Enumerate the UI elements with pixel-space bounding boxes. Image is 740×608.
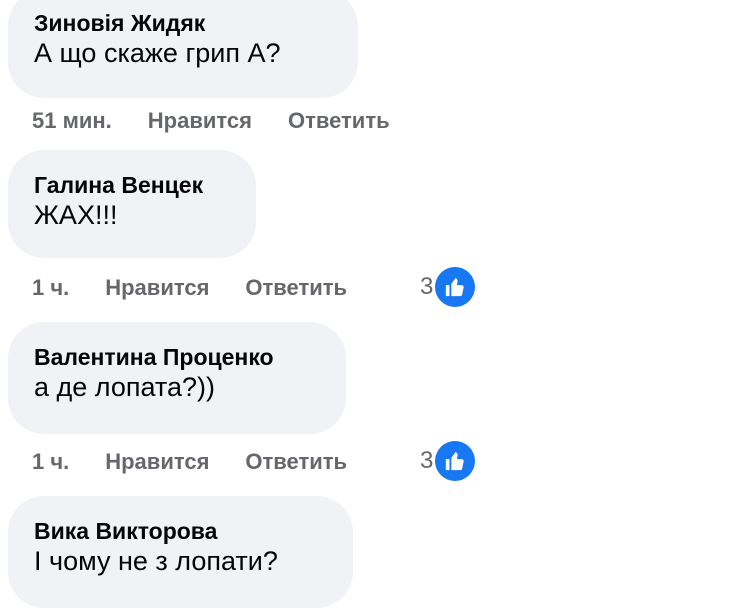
comment-bubble: Вика Викторова І чому не з лопати? [8,496,353,608]
comment-timestamp[interactable]: 51 мин. [32,108,112,134]
reaction-summary[interactable]: 3 [420,441,476,481]
like-icon [435,267,476,307]
comment-text: а де лопата?)) [34,372,215,402]
reaction-count: 3 [420,273,434,300]
like-icon [435,441,476,481]
like-button[interactable]: Нравится [105,449,209,475]
comment-author[interactable]: Вика Викторова [34,508,327,544]
comment-bubble: Галина Венцек ЖАХ!!! [8,150,256,258]
like-button[interactable]: Нравится [105,275,209,301]
reply-button[interactable]: Ответить [245,449,347,475]
comment-timestamp[interactable]: 1 ч. [32,449,69,475]
comment-actions: 51 мин. Нравится Ответить [32,108,390,134]
comment-timestamp[interactable]: 1 ч. [32,275,69,301]
comment-text: А що скаже грип А? [34,38,281,68]
reply-button[interactable]: Ответить [288,108,390,134]
reaction-summary[interactable]: 3 [420,267,476,307]
comment-author[interactable]: Валентина Проценко [34,334,320,370]
like-button[interactable]: Нравится [148,108,252,134]
comment-text: ЖАХ!!! [34,200,118,230]
comment: Валентина Проценко а де лопата?)) [8,322,346,434]
comment-actions: 1 ч. Нравится Ответить [32,449,347,475]
comment-actions: 1 ч. Нравится Ответить [32,275,347,301]
comment: Зиновія Жидяк А що скаже грип А? [8,0,358,98]
comment: Вика Викторова І чому не з лопати? [8,496,353,608]
comment-author[interactable]: Галина Венцек [34,162,230,198]
comment-author[interactable]: Зиновія Жидяк [34,0,332,36]
reply-button[interactable]: Ответить [245,275,347,301]
comment: Галина Венцек ЖАХ!!! [8,150,256,258]
comment-text: І чому не з лопати? [34,546,278,576]
comment-bubble: Валентина Проценко а де лопата?)) [8,322,346,434]
reaction-count: 3 [420,447,434,474]
comment-bubble: Зиновія Жидяк А що скаже грип А? [8,0,358,98]
